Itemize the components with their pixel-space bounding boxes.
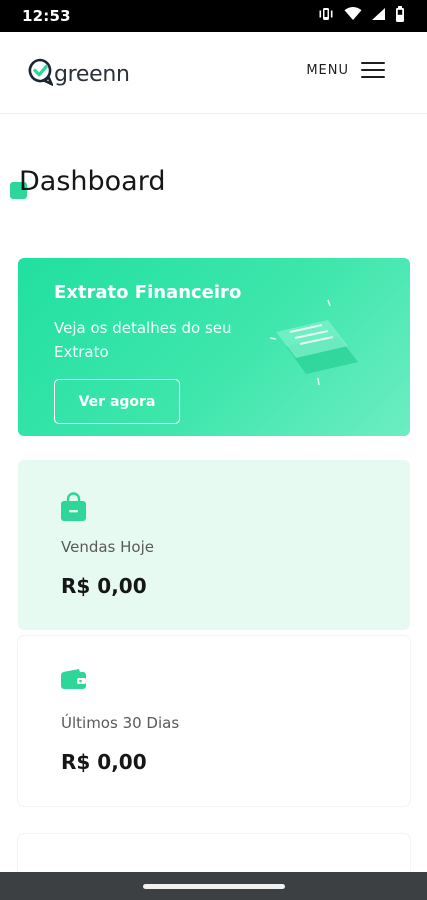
- hamburger-icon: [361, 62, 385, 78]
- stat-label: Vendas Hoje: [61, 538, 154, 556]
- menu-label: MENU: [306, 62, 349, 78]
- battery-icon: [395, 5, 405, 27]
- system-nav-bar: [0, 872, 427, 900]
- logo-check-icon: [28, 58, 55, 91]
- top-navbar: greenn MENU: [0, 32, 427, 114]
- status-bar: 12:53: [0, 0, 427, 32]
- logo-text: greenn: [54, 62, 130, 87]
- signal-icon: [371, 7, 386, 26]
- vibrate-icon: [317, 7, 335, 26]
- menu-button[interactable]: MENU: [306, 62, 385, 78]
- extrato-title: Extrato Financeiro: [54, 282, 242, 303]
- stat-card-ultimos-30-dias[interactable]: Últimos 30 Dias R$ 0,00: [18, 636, 410, 806]
- documents-illustration-icon: [246, 292, 386, 407]
- extrato-description: Veja os detalhes do seu Extrato: [54, 319, 232, 361]
- wallet-icon: [60, 668, 87, 695]
- shopping-bag-icon: [60, 492, 87, 527]
- status-icons: [317, 5, 405, 27]
- stat-value: R$ 0,00: [61, 574, 147, 598]
- status-time: 12:53: [22, 7, 71, 25]
- stat-value: R$ 0,00: [61, 750, 147, 774]
- stat-card-vendas-hoje[interactable]: Vendas Hoje R$ 0,00: [18, 460, 410, 630]
- home-indicator[interactable]: [143, 884, 285, 889]
- extrato-card: Extrato Financeiro Veja os detalhes do s…: [18, 258, 410, 436]
- stat-label: Últimos 30 Dias: [61, 714, 180, 732]
- page-title-block: Dashboard: [10, 166, 165, 199]
- greenn-logo[interactable]: greenn: [28, 58, 130, 91]
- wifi-icon: [344, 6, 362, 26]
- page-title: Dashboard: [19, 166, 166, 197]
- ver-agora-button[interactable]: Ver agora: [54, 379, 180, 424]
